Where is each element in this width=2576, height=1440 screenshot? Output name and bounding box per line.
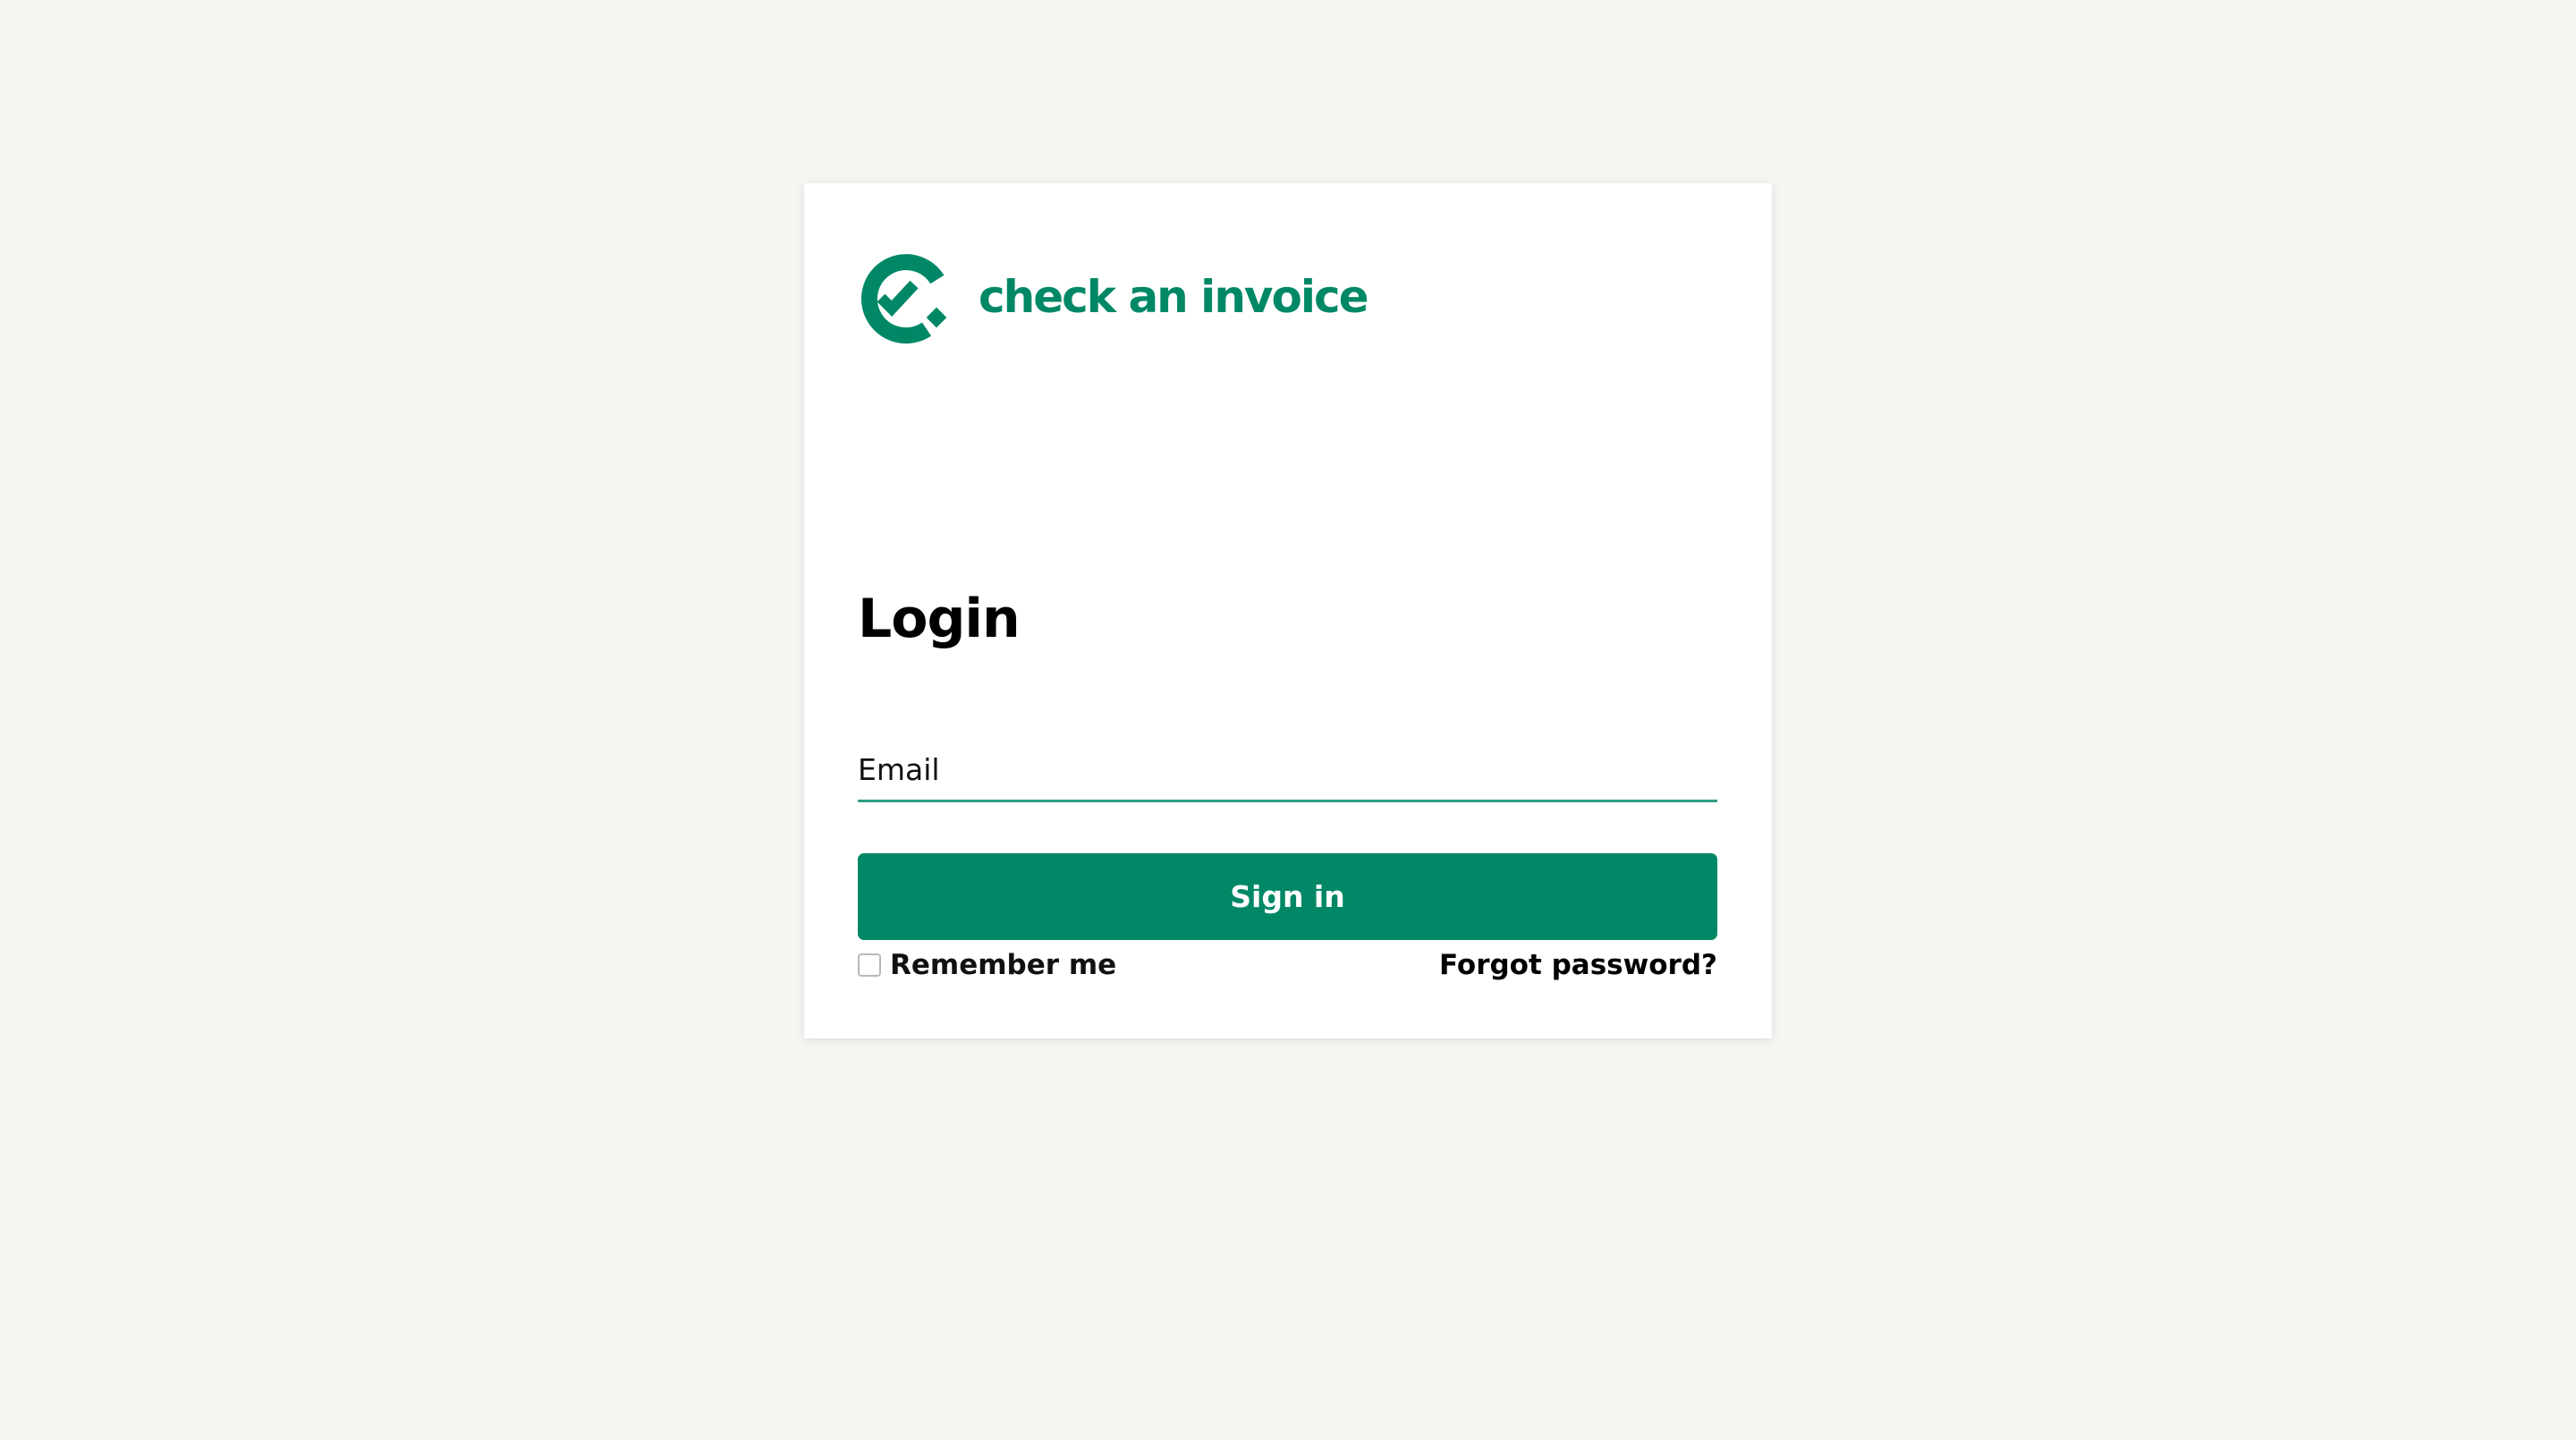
page-title: Login: [858, 588, 1021, 650]
remember-me-toggle[interactable]: Remember me: [858, 949, 1116, 981]
login-card: check an invoice Login Remember me Forgo…: [804, 183, 1772, 1038]
email-input[interactable]: [858, 740, 1717, 800]
remember-me-label: Remember me: [890, 949, 1117, 981]
sign-in-button[interactable]: Sign in: [858, 853, 1717, 940]
brand-name: check an invoice: [979, 271, 1369, 323]
brand-logo: check an invoice: [858, 253, 1369, 346]
forgot-password-link[interactable]: Forgot password?: [1439, 949, 1717, 981]
remember-me-checkbox[interactable]: [858, 953, 881, 977]
check-e-logo-icon: [860, 254, 947, 344]
email-field: [858, 740, 1717, 802]
login-options-row: Remember me Forgot password?: [858, 944, 1717, 987]
